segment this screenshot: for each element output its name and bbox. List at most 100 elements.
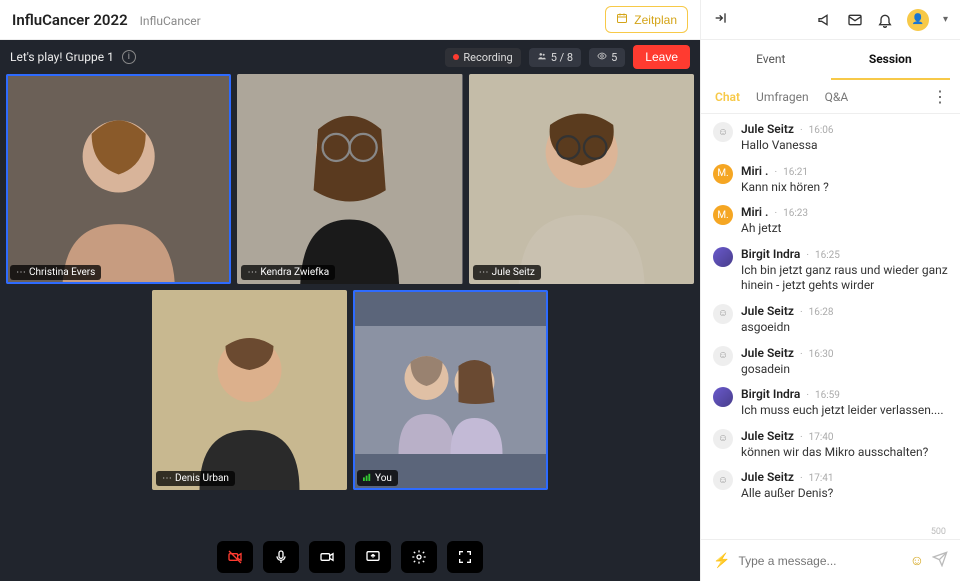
signal-icon <box>363 472 372 484</box>
calendar-icon <box>616 12 628 27</box>
session-title: Let's play! Gruppe 1 <box>10 50 114 64</box>
chat-text: Hallo Vanessa <box>741 138 948 154</box>
chat-message: M.Miri .·16:21Kann nix hören ? <box>713 164 948 196</box>
chat-message: Birgit Indra·16:59Ich muss euch jetzt le… <box>713 387 948 419</box>
chat-text: gosadein <box>741 362 948 378</box>
tile-menu-icon[interactable]: ⋯ <box>16 267 26 278</box>
video-tile-self[interactable]: You <box>353 290 548 490</box>
tile-name: You <box>375 473 392 484</box>
recording-indicator: Recording <box>445 48 520 67</box>
megaphone-icon[interactable] <box>817 12 833 28</box>
chat-user: Miri . <box>741 164 768 178</box>
tile-name: Jule Seitz <box>492 267 535 278</box>
subtab-chat[interactable]: Chat <box>715 90 740 104</box>
video-tile[interactable]: ⋯Jule Seitz <box>469 74 694 284</box>
chat-avatar: ☺ <box>713 346 733 366</box>
chat-time: 16:06 <box>809 125 834 136</box>
chat-text: Ah jetzt <box>741 221 948 237</box>
tile-menu-icon[interactable]: ⋯ <box>479 267 489 278</box>
chat-user: Jule Seitz <box>741 429 794 443</box>
chat-avatar: M. <box>713 164 733 184</box>
event-title: InfluCancer 2022 <box>12 11 128 29</box>
chat-time: 16:30 <box>809 349 834 360</box>
chat-time: 16:23 <box>783 208 808 219</box>
subtab-polls[interactable]: Umfragen <box>756 90 809 104</box>
event-subtitle: InfluCancer <box>140 14 201 28</box>
settings-button[interactable] <box>401 541 437 573</box>
share-screen-button[interactable] <box>355 541 391 573</box>
chat-time: 16:21 <box>783 167 808 178</box>
chat-user: Birgit Indra <box>741 247 800 261</box>
chat-user: Jule Seitz <box>741 346 794 360</box>
subtab-qa[interactable]: Q&A <box>825 90 849 104</box>
chat-text: Ich bin jetzt ganz raus und wieder ganz … <box>741 263 948 294</box>
more-menu-icon[interactable]: ⋮ <box>932 87 948 106</box>
chat-user: Jule Seitz <box>741 470 794 484</box>
tile-name: Denis Urban <box>175 473 229 484</box>
participants-pill[interactable]: 5 / 8 <box>529 48 581 67</box>
tile-menu-icon[interactable]: ⋯ <box>247 267 257 278</box>
chat-avatar: ☺ <box>713 429 733 449</box>
schedule-button[interactable]: Zeitplan <box>605 6 688 33</box>
chat-message: ☺Jule Seitz·17:40können wir das Mikro au… <box>713 429 948 461</box>
video-tile[interactable]: ⋯Christina Evers <box>6 74 231 284</box>
chat-message: ☺Jule Seitz·16:06Hallo Vanessa <box>713 122 948 154</box>
chat-time: 16:28 <box>809 307 834 318</box>
chat-message: Birgit Indra·16:25Ich bin jetzt ganz rau… <box>713 247 948 294</box>
collapse-panel-button[interactable] <box>713 10 729 30</box>
schedule-label: Zeitplan <box>634 13 677 27</box>
emoji-icon[interactable]: ☺ <box>910 552 924 569</box>
recording-dot-icon <box>453 54 459 60</box>
chat-avatar <box>713 247 733 267</box>
tile-name: Christina Evers <box>29 267 95 278</box>
participants-count: 5 / 8 <box>551 51 573 64</box>
send-icon[interactable] <box>932 551 948 571</box>
message-input[interactable] <box>738 554 901 568</box>
chat-message: ☺Jule Seitz·16:30gosadein <box>713 346 948 378</box>
video-tile[interactable]: ⋯Kendra Zwiefka <box>237 74 462 284</box>
video-tile[interactable]: ⋯Denis Urban <box>152 290 347 490</box>
tab-session[interactable]: Session <box>831 40 951 80</box>
chevron-down-icon[interactable]: ▾ <box>943 14 948 25</box>
tab-event[interactable]: Event <box>711 40 831 80</box>
viewers-pill[interactable]: 5 <box>589 48 625 67</box>
recording-label: Recording <box>463 51 512 64</box>
chat-text: Kann nix hören ? <box>741 180 948 196</box>
chat-avatar: ☺ <box>713 470 733 490</box>
chat-text: asgoeidn <box>741 320 948 336</box>
chat-message: M.Miri .·16:23Ah jetzt <box>713 205 948 237</box>
info-icon[interactable]: i <box>122 50 136 64</box>
chat-message-list: ☺Jule Seitz·16:06Hallo VanessaM.Miri .·1… <box>701 114 960 539</box>
viewers-count: 5 <box>611 51 617 64</box>
users-icon <box>537 51 547 64</box>
chat-avatar: ☺ <box>713 122 733 142</box>
leave-button[interactable]: Leave <box>633 45 690 69</box>
chat-time: 16:59 <box>815 390 840 401</box>
eye-icon <box>597 51 607 64</box>
chat-time: 16:25 <box>815 250 840 261</box>
camera-toggle-button[interactable] <box>217 541 253 573</box>
chat-user: Jule Seitz <box>741 122 794 136</box>
inbox-icon[interactable] <box>847 12 863 28</box>
fullscreen-button[interactable] <box>447 541 483 573</box>
user-avatar[interactable]: 👤 <box>907 9 929 31</box>
chat-user: Miri . <box>741 205 768 219</box>
video-button[interactable] <box>309 541 345 573</box>
chat-text: können wir das Mikro ausschalten? <box>741 445 948 461</box>
chat-message: ☺Jule Seitz·16:28asgoeidn <box>713 304 948 336</box>
chat-message: ☺Jule Seitz·17:41Alle außer Denis? <box>713 470 948 502</box>
tile-menu-icon[interactable]: ⋯ <box>162 473 172 484</box>
chat-text: Alle außer Denis? <box>741 486 948 502</box>
chat-user: Birgit Indra <box>741 387 800 401</box>
char-count: 500 <box>931 527 946 537</box>
chat-avatar: ☺ <box>713 304 733 324</box>
chat-time: 17:41 <box>809 473 834 484</box>
bell-icon[interactable] <box>877 12 893 28</box>
chat-avatar <box>713 387 733 407</box>
bolt-icon[interactable]: ⚡ <box>713 553 730 569</box>
chat-time: 17:40 <box>809 432 834 443</box>
mic-toggle-button[interactable] <box>263 541 299 573</box>
chat-avatar: M. <box>713 205 733 225</box>
chat-user: Jule Seitz <box>741 304 794 318</box>
chat-text: Ich muss euch jetzt leider verlassen.... <box>741 403 948 419</box>
